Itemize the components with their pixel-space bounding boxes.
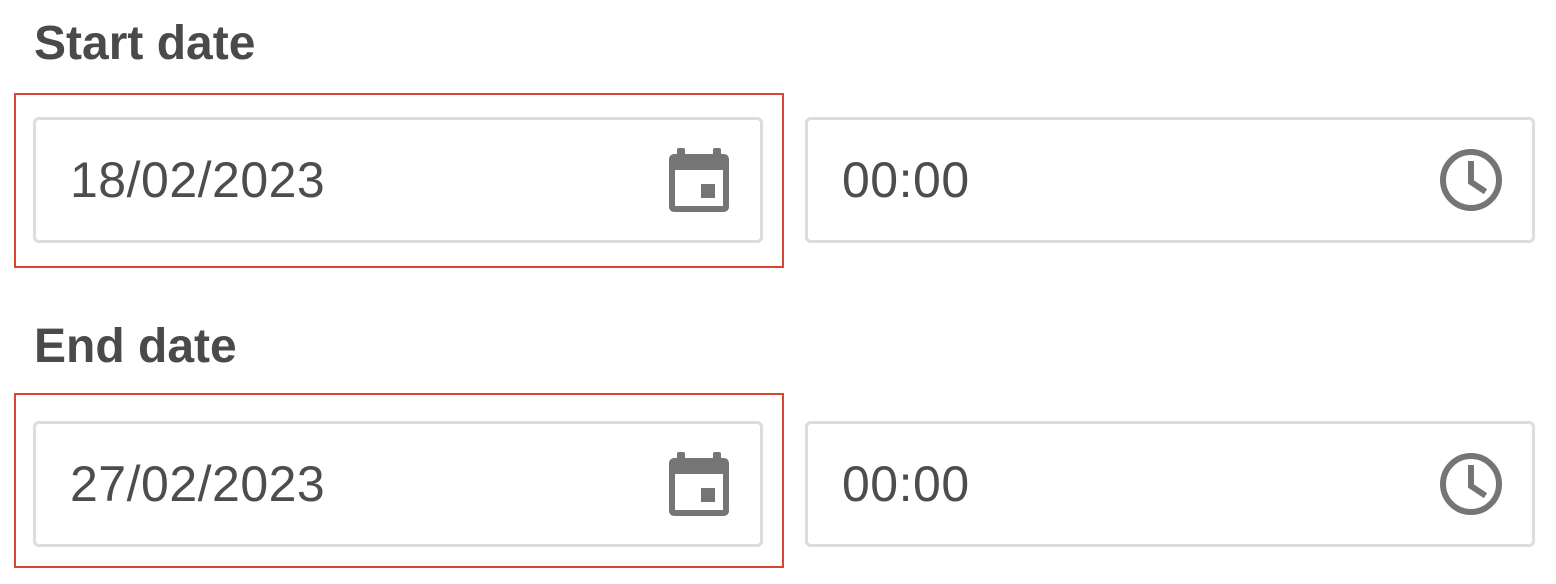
start-date-value: 18/02/2023 bbox=[70, 152, 326, 208]
end-date-field[interactable]: 27/02/2023 bbox=[33, 421, 763, 547]
start-time-value: 00:00 bbox=[842, 152, 970, 208]
start-date-field[interactable]: 18/02/2023 bbox=[33, 117, 763, 243]
end-time-field[interactable]: 00:00 bbox=[805, 421, 1535, 547]
clock-icon[interactable] bbox=[1438, 147, 1504, 213]
start-date-label: Start date bbox=[34, 17, 256, 70]
calendar-icon[interactable] bbox=[666, 451, 732, 517]
start-time-field[interactable]: 00:00 bbox=[805, 117, 1535, 243]
calendar-icon[interactable] bbox=[666, 147, 732, 213]
end-time-value: 00:00 bbox=[842, 456, 970, 512]
end-date-value: 27/02/2023 bbox=[70, 456, 326, 512]
clock-icon[interactable] bbox=[1438, 451, 1504, 517]
end-date-label: End date bbox=[34, 320, 237, 373]
